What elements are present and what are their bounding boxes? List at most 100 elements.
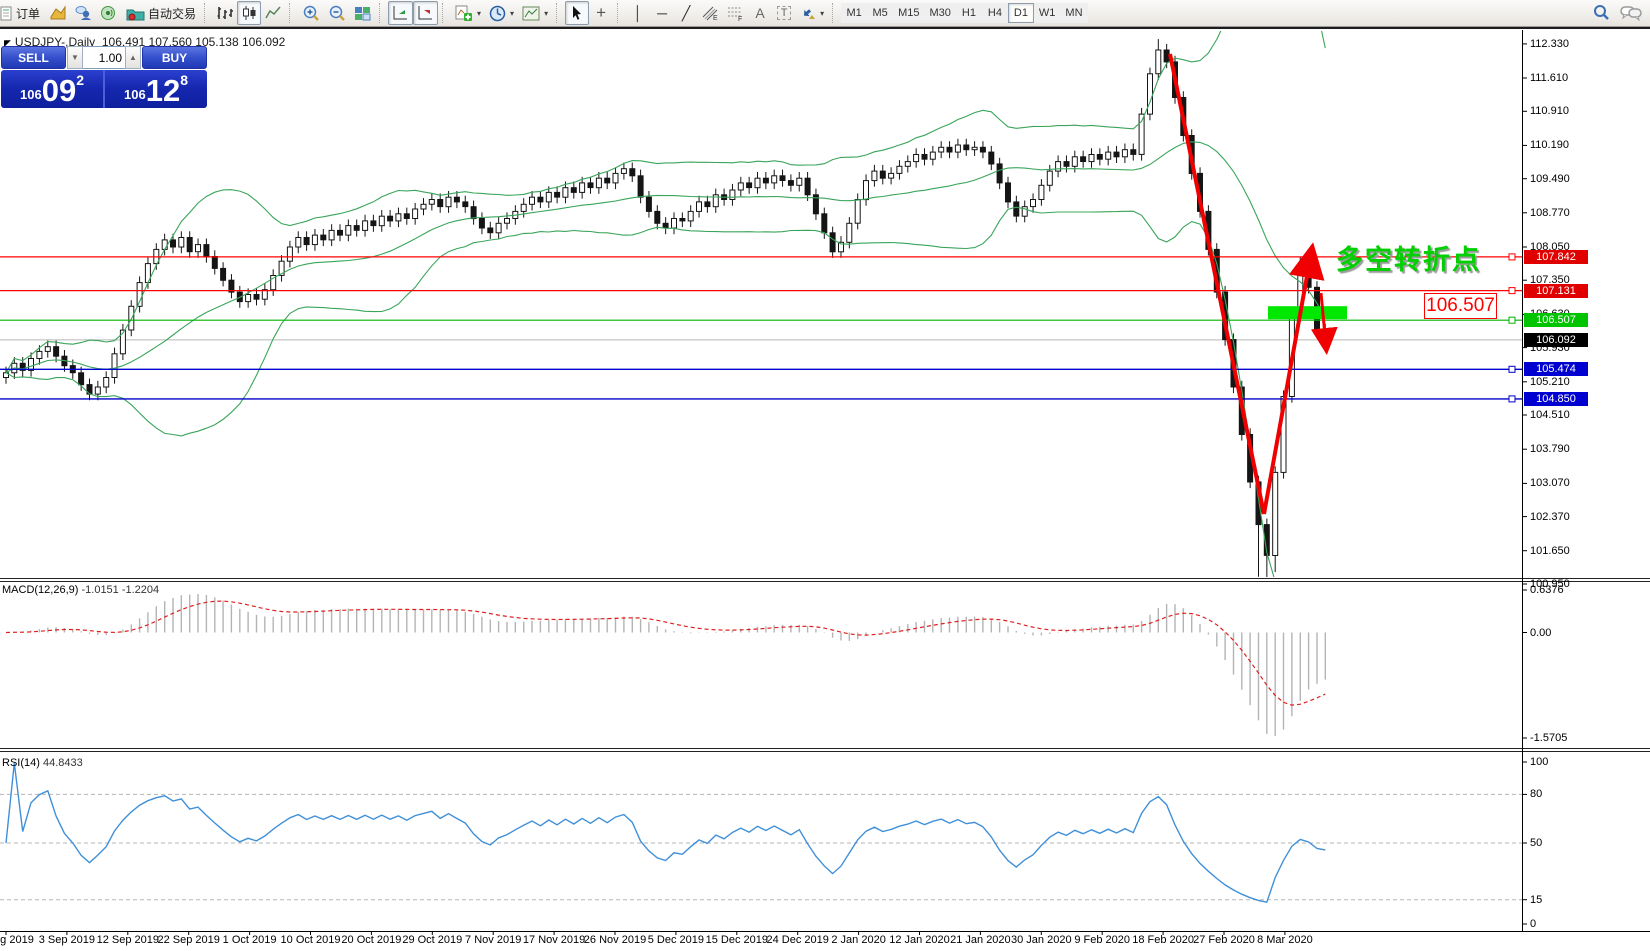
price-level-chip: 107.842: [1524, 250, 1588, 264]
price-axis-tick: 108.770: [1530, 207, 1570, 219]
tile-windows-button[interactable]: [350, 1, 375, 25]
price-axis-tick: 111.610: [1530, 72, 1568, 84]
line-chart-icon: [265, 5, 281, 21]
new-order-label: 订单: [16, 5, 40, 22]
price-axis-tick: 109.490: [1530, 173, 1570, 185]
new-order-icon: [0, 6, 13, 21]
market-watch-icon: [74, 5, 92, 21]
cursor-arrow-icon: [570, 5, 584, 21]
timeframe-m1-button[interactable]: M1: [841, 3, 867, 23]
price-level-chip: 106.092: [1524, 333, 1588, 347]
rsi-axis-tick: 50: [1530, 837, 1542, 849]
text-label-icon: T: [777, 6, 792, 20]
toolbar-separator: [556, 3, 562, 23]
template-button[interactable]: ▾: [518, 1, 552, 25]
timeframe-bar: M1M5M15M30H1H4D1W1MN: [841, 3, 1087, 23]
vertical-line-tool-button[interactable]: │: [626, 1, 650, 25]
timeframe-d1-button[interactable]: D1: [1008, 3, 1034, 23]
toolbar-separator: [204, 3, 210, 23]
crosshair-tool-button[interactable]: +: [589, 1, 613, 25]
timeframe-mn-button[interactable]: MN: [1060, 3, 1087, 23]
macd-axis-tick: -1.5705: [1530, 732, 1567, 744]
sell-button[interactable]: SELL: [1, 46, 66, 69]
text-tool-button[interactable]: A: [748, 1, 772, 25]
axis-down-arrow-icon: [417, 5, 434, 21]
toolbar-separator: [289, 3, 295, 23]
text-label-tool-button[interactable]: T: [772, 1, 796, 25]
timeframe-w1-button[interactable]: W1: [1034, 3, 1061, 23]
macd-axis-tick: 0.00: [1530, 627, 1551, 639]
trendline-tool-button[interactable]: ╱: [674, 1, 698, 25]
candlestick-chart-button[interactable]: [237, 1, 261, 25]
market-watch-button[interactable]: [70, 1, 96, 25]
trendline-icon: ╱: [682, 5, 690, 22]
dropdown-caret-icon: ▾: [544, 9, 548, 18]
price-axis-tick: 103.070: [1530, 477, 1570, 489]
timeframe-h1-button[interactable]: H1: [956, 3, 982, 23]
text-tool-icon: A: [755, 5, 764, 21]
rsi-axis-tick: 80: [1530, 788, 1542, 800]
dropdown-caret-icon: ▾: [477, 9, 481, 18]
zoom-in-icon: [302, 5, 320, 22]
price-axis-tick: 110.910: [1530, 105, 1569, 117]
fibonacci-tool-button[interactable]: F: [723, 1, 748, 25]
price-axis-tick: 112.330: [1530, 38, 1569, 50]
timeframe-m30-button[interactable]: M30: [925, 3, 956, 23]
new-order-button[interactable]: 订单: [0, 1, 44, 25]
volume-decrease-button[interactable]: ▼: [67, 46, 83, 69]
timeframe-h4-button[interactable]: H4: [982, 3, 1008, 23]
channel-letter: E: [713, 15, 718, 21]
sell-price-display[interactable]: 106 09 2: [1, 70, 103, 108]
buy-price-figure: 106: [124, 87, 146, 102]
horizontal-line-tool-button[interactable]: ─: [650, 1, 674, 25]
charts-button[interactable]: [44, 1, 70, 25]
dropdown-caret-icon: ▾: [510, 9, 514, 18]
price-axis-tick: 105.930: [1530, 342, 1570, 354]
add-indicator-icon: [455, 5, 473, 22]
auto-trading-button[interactable]: 自动交易: [122, 1, 200, 25]
price-axis-tick: 101.650: [1530, 545, 1570, 557]
chart-canvas[interactable]: [0, 29, 1522, 951]
timeframe-m5-button[interactable]: M5: [867, 3, 893, 23]
indicator-window-down-button[interactable]: [413, 1, 438, 25]
timeframe-m15-button[interactable]: M15: [893, 3, 924, 23]
toolbar-separator: [442, 3, 448, 23]
signals-button[interactable]: [96, 1, 122, 25]
svg-text:F: F: [738, 16, 742, 21]
shapes-tool-button[interactable]: ▾: [796, 1, 828, 25]
period-button[interactable]: ▾: [485, 1, 518, 25]
rsi-axis-tick: 100: [1530, 756, 1548, 768]
fibonacci-icon: F: [727, 5, 744, 21]
template-icon: [522, 6, 540, 21]
buy-price-display[interactable]: 106 12 8: [105, 70, 207, 108]
bar-chart-button[interactable]: [213, 1, 237, 25]
price-axis-tick: 108.050: [1530, 241, 1570, 253]
price-axis-tick: 102.370: [1530, 511, 1570, 523]
price-level-chip: 104.850: [1524, 392, 1588, 406]
buy-button[interactable]: BUY: [142, 46, 207, 69]
buy-price-point: 8: [180, 72, 188, 88]
rsi-axis-tick: 15: [1530, 894, 1542, 906]
price-level-chip: 107.131: [1524, 284, 1588, 298]
auto-trading-icon: [126, 6, 145, 21]
add-indicator-button[interactable]: ▾: [451, 1, 485, 25]
cursor-tool-button[interactable]: [565, 1, 589, 25]
line-chart-button[interactable]: [261, 1, 285, 25]
volume-increase-button[interactable]: ▲: [125, 46, 141, 69]
toolbar-separator: [832, 3, 838, 23]
dropdown-caret-icon: ▾: [820, 9, 824, 18]
channel-tool-button[interactable]: E: [698, 1, 723, 25]
price-axis-tick: 110.190: [1530, 139, 1569, 151]
sell-price-pips: 09: [42, 77, 76, 105]
auto-trading-label: 自动交易: [148, 5, 196, 22]
volume-input[interactable]: [83, 46, 125, 69]
search-icon[interactable]: [1592, 4, 1610, 22]
zoom-out-button[interactable]: [324, 1, 350, 25]
indicator-window-up-button[interactable]: [388, 1, 413, 25]
crosshair-icon: +: [596, 3, 606, 23]
rsi-axis-tick: 0: [1530, 918, 1536, 930]
zoom-in-button[interactable]: [298, 1, 324, 25]
toolbar-separator: [617, 3, 623, 23]
chat-icon[interactable]: [1620, 5, 1642, 21]
price-axis-tick: 107.350: [1530, 274, 1570, 286]
